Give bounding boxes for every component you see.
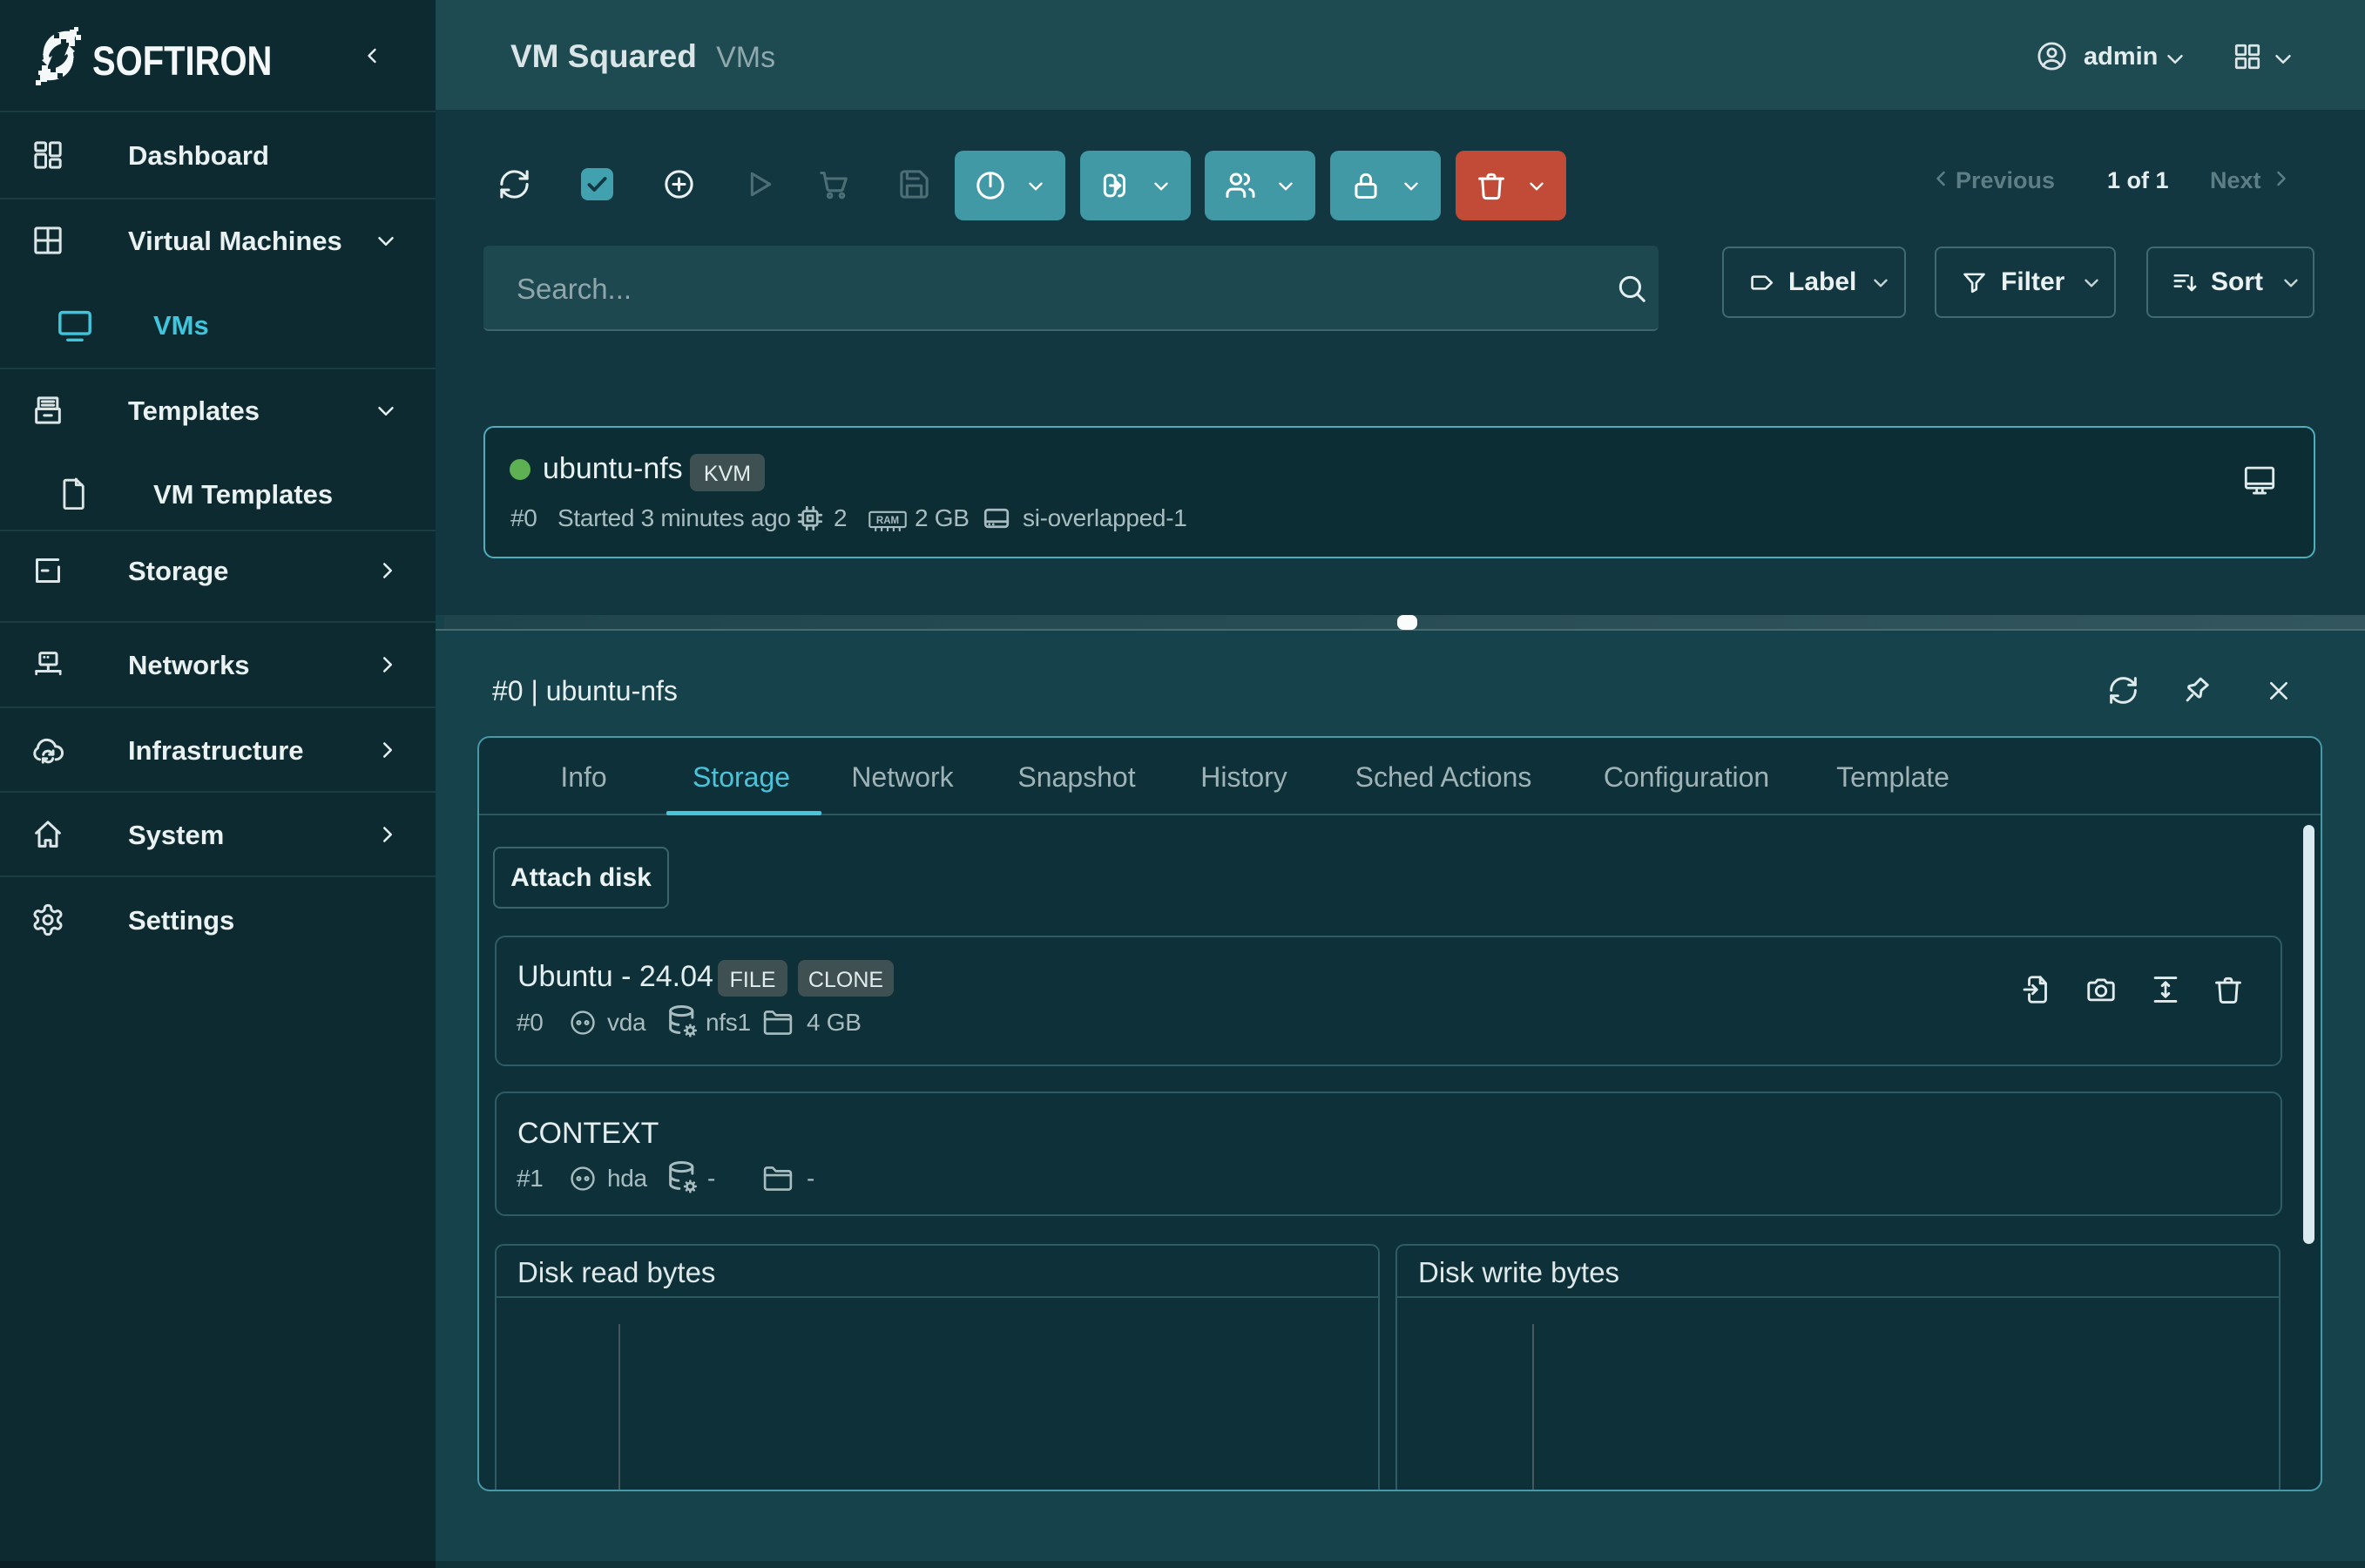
svg-text:RAM: RAM [876,516,899,526]
